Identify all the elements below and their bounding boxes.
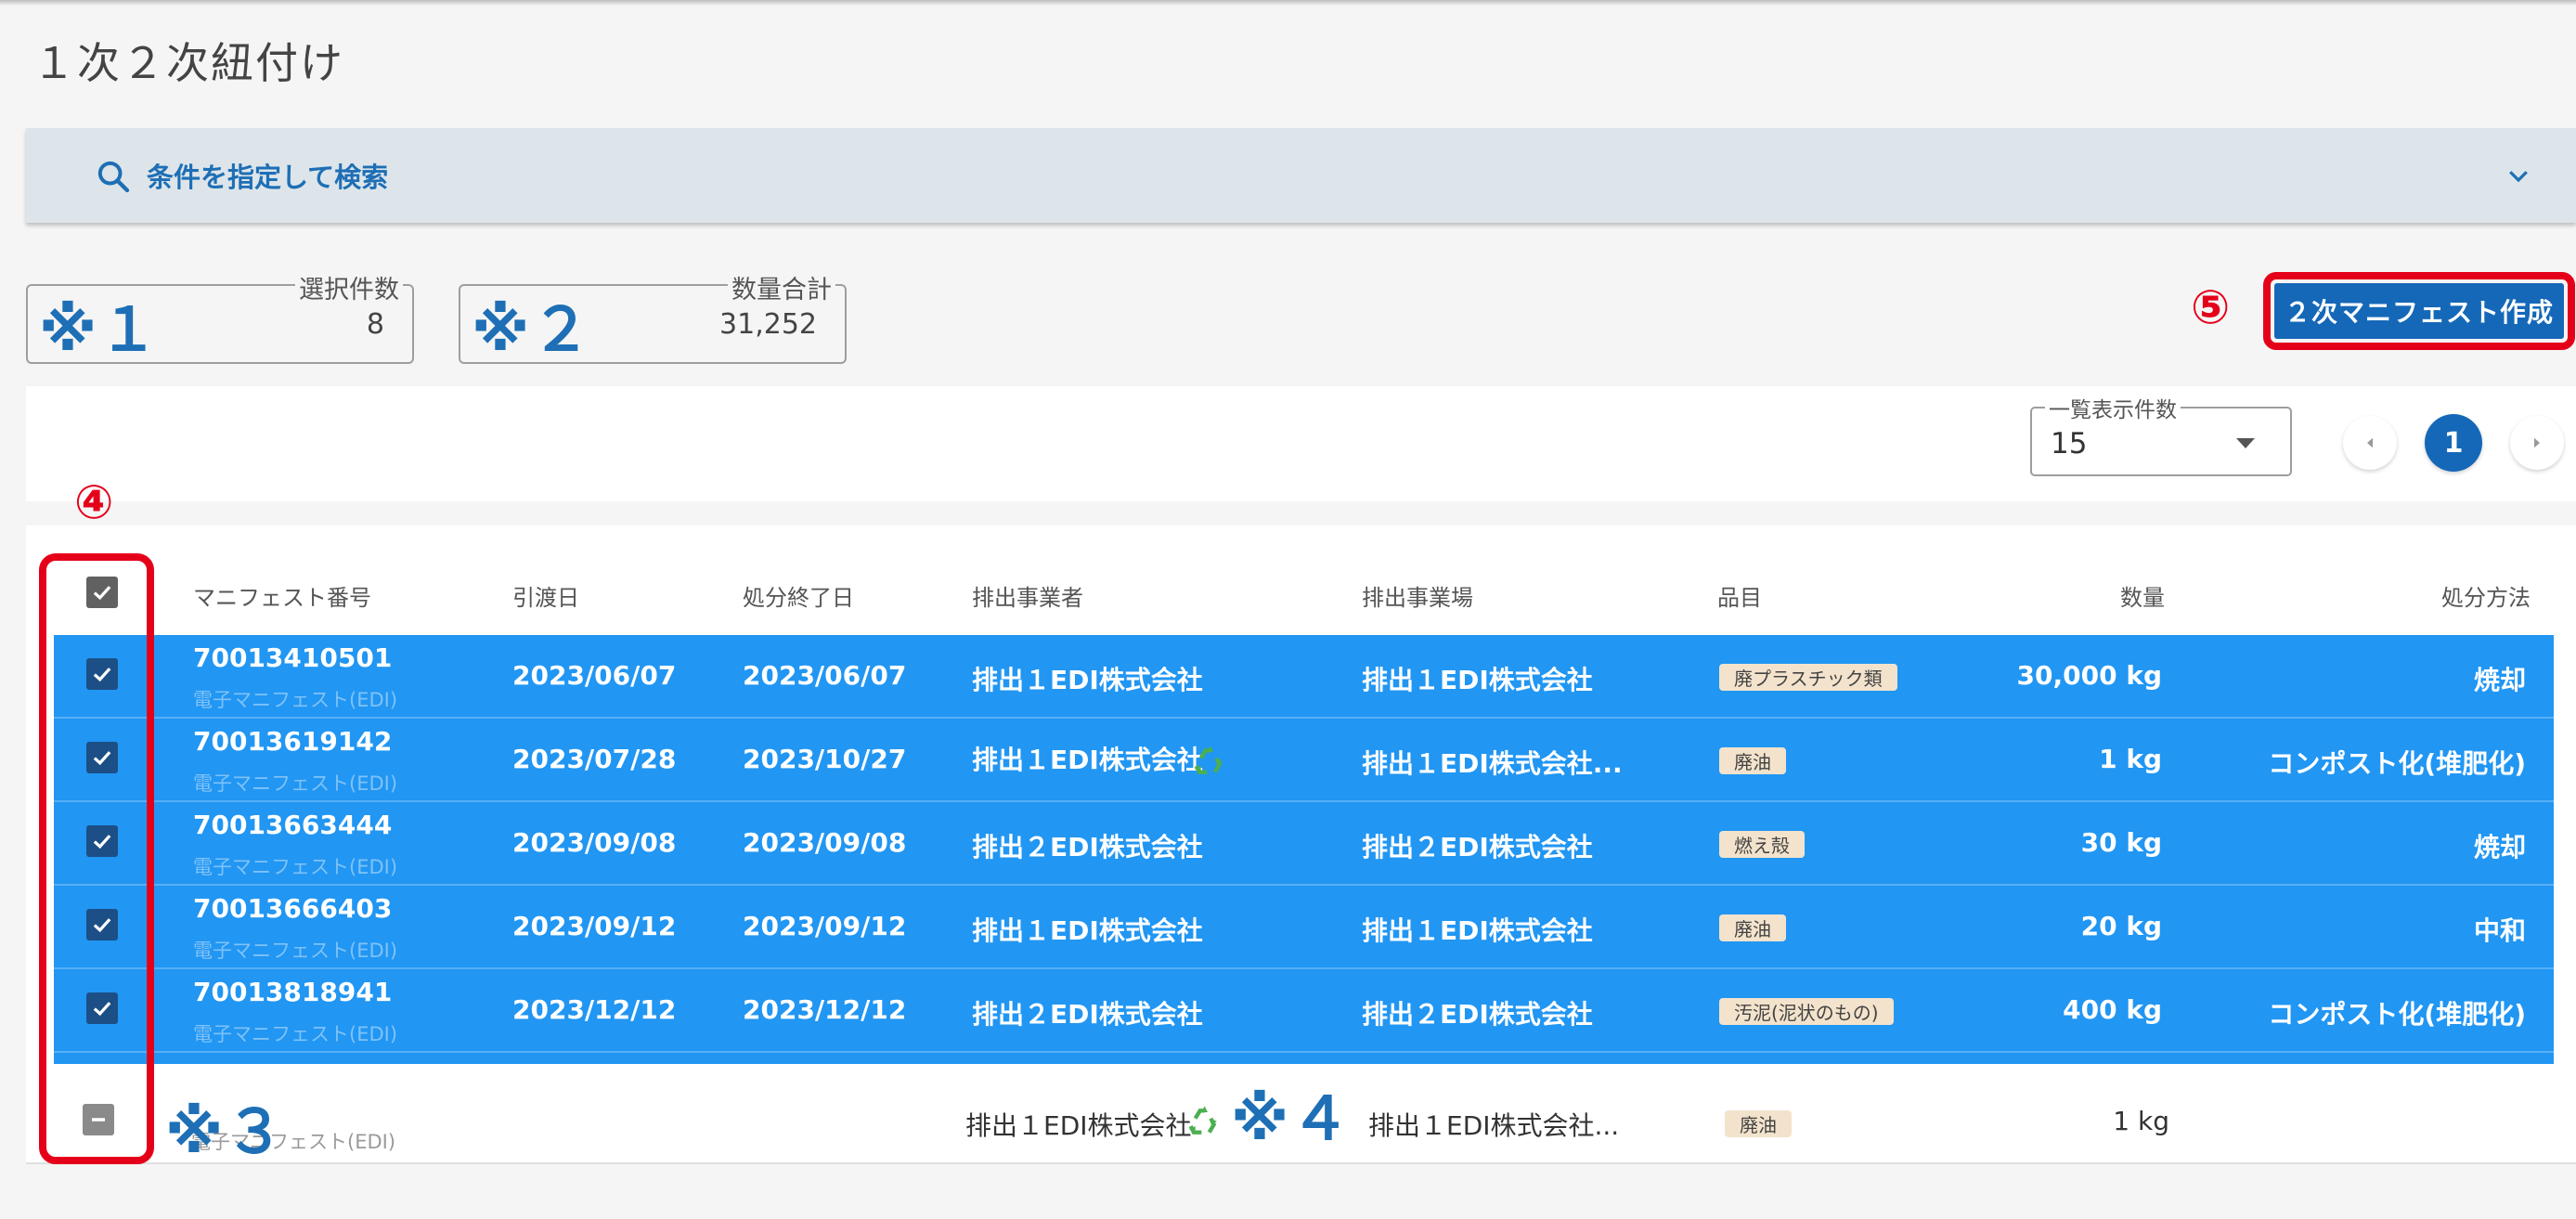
quantity-total-value: 31,252	[719, 308, 817, 341]
column-header-emitter: 排出事業者	[972, 585, 1083, 611]
next-page-button[interactable]	[2510, 416, 2564, 470]
annotation-note-4: ※４	[1231, 1085, 1353, 1154]
disposal-method: コンポスト化(堆肥化)	[2268, 999, 2526, 1030]
item-chip: 廃油	[1719, 747, 1786, 774]
per-page-value: 15	[2051, 427, 2088, 460]
handover-date: 2023/12/12	[512, 994, 677, 1025]
manifest-number-link[interactable]: 70013663444	[193, 810, 392, 840]
chevron-down-icon[interactable]	[2505, 162, 2532, 189]
item-chip: 汚泥(泥状のもの)	[1719, 998, 1894, 1025]
emitter-name: 排出２EDI株式会社	[972, 999, 1203, 1030]
caret-down-icon	[2236, 438, 2255, 448]
top-shadow	[0, 0, 2576, 6]
annotation-circle-5: ⑤	[2191, 280, 2231, 334]
row-divider	[54, 1051, 2554, 1053]
chevron-right-icon	[2534, 437, 2540, 448]
manifest-type: 電子マニフェスト(EDI)	[193, 689, 398, 711]
manifest-number-link[interactable]: 70013818941	[193, 977, 392, 1007]
handover-date: 2023/09/12	[512, 911, 677, 941]
quantity: 30,000 kg	[2016, 660, 2162, 691]
item-chip: 廃油	[1719, 914, 1786, 941]
handover-date: 2023/06/07	[512, 660, 677, 691]
manifest-type: 電子マニフェスト(EDI)	[193, 856, 398, 878]
selected-rows-block	[54, 635, 2554, 1064]
recycle-icon	[1188, 1106, 1217, 1135]
per-page-label: 一覧表示件数	[2045, 392, 2181, 423]
recycle-icon	[1194, 746, 1223, 774]
emission-site: 排出１EDI株式会社	[1362, 915, 1593, 946]
column-header-handover-date: 引渡日	[512, 585, 579, 611]
emission-site: 排出２EDI株式会社	[1362, 999, 1593, 1030]
disposal-end-date: 2023/06/07	[743, 660, 907, 691]
column-header-disposal-method: 処分方法	[2441, 585, 2531, 611]
quantity: 20 kg	[2080, 911, 2162, 941]
per-page-select[interactable]: 一覧表示件数 15	[2030, 392, 2292, 476]
quantity: 1 kg	[2113, 1106, 2169, 1136]
manifest-number-link[interactable]: 70013619142	[193, 726, 392, 757]
quantity: 400 kg	[2063, 994, 2162, 1025]
column-header-item: 品目	[1717, 585, 1762, 611]
emitter-name: 排出１EDI株式会社	[972, 915, 1203, 946]
manifest-number-link[interactable]: 70013410501	[193, 642, 392, 673]
create-button-highlight: ２次マニフェスト作成	[2263, 272, 2575, 350]
handover-date: 2023/07/28	[512, 744, 677, 774]
disposal-end-date: 2023/10/27	[743, 744, 907, 774]
handover-date: 2023/09/08	[512, 827, 677, 858]
quantity: 30 kg	[2080, 827, 2162, 858]
disposal-end-date: 2023/12/12	[743, 994, 907, 1025]
row-divider	[54, 884, 2554, 886]
emission-site: 排出１EDI株式会社...	[1362, 748, 1623, 779]
row-divider	[54, 800, 2554, 802]
emission-site: 排出２EDI株式会社	[1362, 832, 1593, 862]
column-header-manifest-no: マニフェスト番号	[193, 585, 371, 611]
emitter-name: 排出１EDI株式会社	[972, 745, 1203, 775]
search-panel[interactable]: 条件を指定して検索	[26, 128, 2576, 223]
quantity-total-label: 数量合計	[728, 269, 835, 305]
prev-page-button[interactable]	[2343, 416, 2397, 470]
row-divider	[54, 717, 2554, 719]
page-1-button[interactable]: 1	[2425, 414, 2482, 472]
manifest-type: 電子マニフェスト(EDI)	[193, 940, 398, 962]
disposal-end-date: 2023/09/12	[743, 911, 907, 941]
column-header-quantity: 数量	[2120, 585, 2165, 611]
page-title: １次２次紐付け	[32, 38, 344, 88]
annotation-note-3: ※３	[165, 1098, 287, 1167]
emission-site: 排出１EDI株式会社...	[1368, 1110, 1620, 1141]
item-chip: 廃油	[1725, 1110, 1792, 1137]
emitter-name: 排出１EDI株式会社	[972, 665, 1203, 695]
disposal-end-date: 2023/09/08	[743, 827, 907, 858]
item-chip: 廃プラスチック類	[1719, 664, 1897, 691]
manifest-number-link[interactable]: 70013666403	[193, 893, 392, 924]
annotation-circle-4: ④	[74, 475, 114, 529]
emitter-name: 排出１EDI株式会社	[965, 1110, 1192, 1141]
disposal-method: 焼却	[2473, 832, 2526, 862]
disposal-method: コンポスト化(堆肥化)	[2268, 748, 2526, 779]
manifest-type: 電子マニフェスト(EDI)	[193, 772, 398, 795]
create-secondary-manifest-button[interactable]: ２次マニフェスト作成	[2274, 283, 2564, 339]
emission-site: 排出１EDI株式会社	[1362, 665, 1593, 695]
column-header-emission-site: 排出事業場	[1362, 585, 1473, 611]
disposal-method: 中和	[2473, 915, 2526, 946]
quantity: 1 kg	[2099, 744, 2162, 774]
manifest-type: 電子マニフェスト(EDI)	[193, 1023, 398, 1045]
item-chip: 燃え殻	[1719, 831, 1805, 858]
annotation-note-2: ※２	[472, 296, 593, 365]
selected-count-value: 8	[366, 308, 384, 341]
chevron-left-icon	[2367, 437, 2373, 448]
column-header-disposal-end-date: 処分終了日	[743, 585, 854, 611]
checkbox-column-highlight	[39, 553, 154, 1164]
search-icon	[97, 161, 130, 193]
disposal-method: 焼却	[2473, 665, 2526, 695]
selected-count-label: 選択件数	[295, 269, 403, 305]
emitter-name: 排出２EDI株式会社	[972, 832, 1203, 862]
row-divider	[54, 967, 2554, 969]
annotation-note-1: ※１	[39, 296, 161, 365]
search-label: 条件を指定して検索	[147, 162, 389, 193]
